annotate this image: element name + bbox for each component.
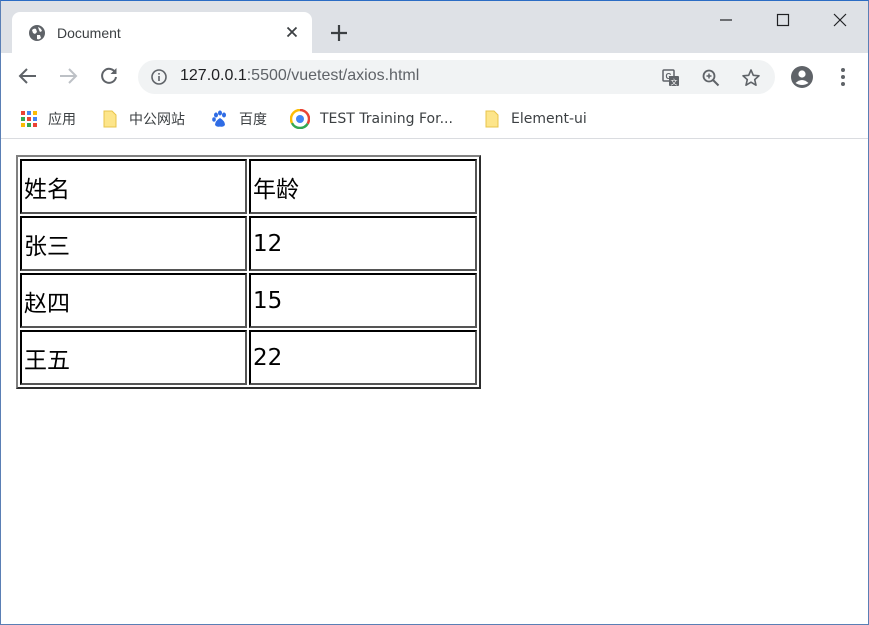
table-header-row: 姓名 年龄 — [20, 159, 477, 214]
table-cell: 15 — [249, 273, 477, 328]
new-tab-plus-icon[interactable] — [328, 22, 350, 44]
table-cell: 年龄 — [249, 159, 477, 214]
bookmark-label: 中公网站 — [129, 112, 185, 128]
url-text: 127.0.0.1:5500/vuetest/axios.html — [180, 67, 419, 85]
table-cell: 王五 — [20, 330, 247, 385]
table-cell: 姓名 — [20, 159, 247, 214]
browser-toolbar: 127.0.0.1:5500/vuetest/axios.html G 文 — [1, 53, 868, 99]
browser-window: Document 127.0.0.1:5500/vuetest/axios.ht… — [0, 0, 869, 625]
more-menu-icon[interactable] — [831, 65, 855, 89]
globe-icon — [29, 25, 45, 41]
apps-grid-icon — [21, 111, 37, 127]
tab-strip: Document — [1, 1, 868, 53]
bookmark-zhonggong[interactable]: 中公网站 — [101, 108, 185, 130]
close-window-icon[interactable] — [829, 9, 851, 31]
svg-text:文: 文 — [671, 78, 678, 87]
bookmark-baidu[interactable]: 百度 — [211, 108, 267, 130]
translate-icon[interactable]: G 文 — [661, 68, 681, 88]
url-path: :5500/vuetest/axios.html — [246, 67, 420, 84]
bookmark-test-training[interactable]: TEST Training For... — [290, 108, 453, 130]
bookmarks-bar: 应用 中公网站 百度 TEST Training For... Element-… — [1, 99, 868, 139]
reload-icon[interactable] — [98, 65, 120, 87]
address-bar[interactable]: 127.0.0.1:5500/vuetest/axios.html G 文 — [138, 60, 775, 94]
table-cell: 12 — [249, 216, 477, 271]
table-row: 赵四 15 — [20, 273, 477, 328]
profile-avatar-icon[interactable] — [790, 65, 814, 89]
bookmark-label: 应用 — [48, 112, 76, 128]
table-cell: 22 — [249, 330, 477, 385]
table-row: 张三 12 — [20, 216, 477, 271]
table-cell: 赵四 — [20, 273, 247, 328]
bookmark-label: Element-ui — [511, 111, 587, 127]
bookmark-label: TEST Training For... — [320, 111, 453, 127]
zoom-icon[interactable] — [701, 68, 721, 88]
maximize-icon[interactable] — [772, 9, 794, 31]
bookmark-element-ui[interactable]: Element-ui — [483, 108, 587, 130]
minimize-icon[interactable] — [715, 9, 737, 31]
folder-icon — [103, 110, 117, 128]
baidu-paw-icon — [212, 110, 226, 127]
tab-document[interactable]: Document — [12, 12, 312, 53]
table-cell: 张三 — [20, 216, 247, 271]
close-tab-icon[interactable] — [283, 23, 301, 41]
page-viewport: 姓名 年龄 张三 12 赵四 15 王五 22 — [1, 140, 868, 624]
bookmark-label: 百度 — [239, 112, 267, 128]
bookmark-apps[interactable]: 应用 — [20, 108, 76, 130]
folder-icon — [485, 110, 499, 128]
data-table: 姓名 年龄 张三 12 赵四 15 王五 22 — [16, 155, 481, 389]
back-arrow-icon[interactable] — [17, 65, 39, 87]
site-info-icon[interactable] — [150, 68, 168, 86]
tab-title: Document — [57, 25, 121, 41]
site-logo-icon — [290, 109, 310, 129]
url-host: 127.0.0.1 — [180, 67, 247, 84]
table-row: 王五 22 — [20, 330, 477, 385]
forward-arrow-icon[interactable] — [57, 65, 79, 87]
bookmark-star-icon[interactable] — [741, 68, 761, 88]
